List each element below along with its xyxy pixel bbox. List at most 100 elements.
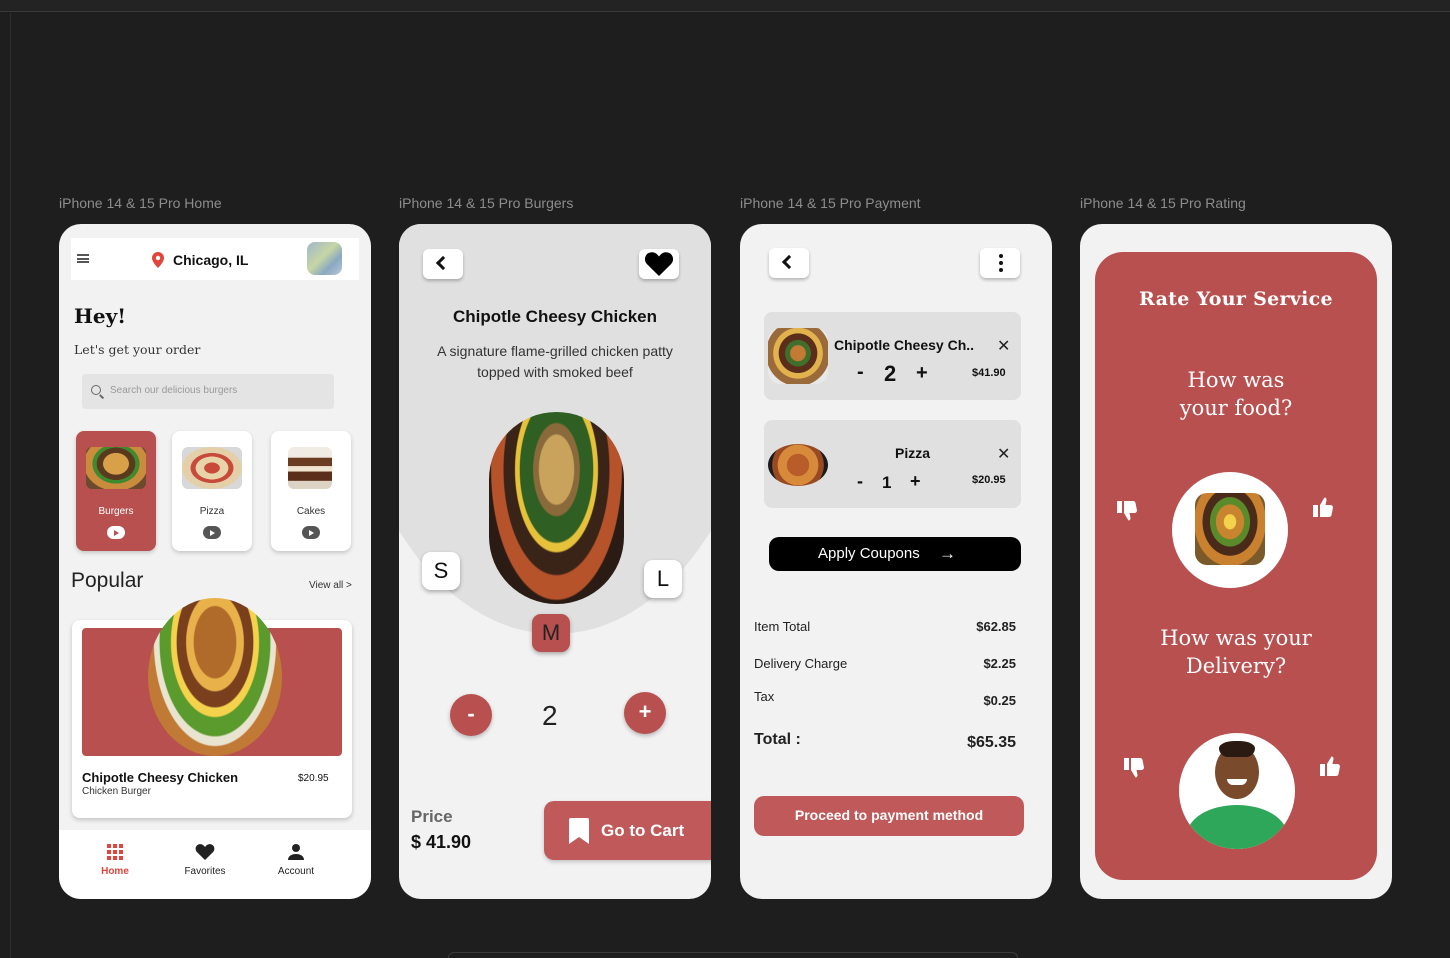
chevron-right-icon[interactable]: [302, 526, 320, 539]
more-options-button[interactable]: [980, 248, 1020, 278]
summary-value: $2.25: [983, 656, 1016, 671]
popular-item-price: $20.95: [298, 773, 329, 784]
rating-screen[interactable]: Rate Your Service How was your food? How…: [1080, 224, 1392, 899]
tab-label: Favorites: [184, 866, 226, 877]
category-burgers[interactable]: Burgers: [76, 431, 156, 551]
size-s-button[interactable]: S: [422, 552, 460, 590]
remove-item-button[interactable]: ✕: [997, 336, 1010, 356]
cart-item[interactable]: Chipotle Cheesy Ch.. ✕ - 2 + $41.90: [764, 312, 1021, 400]
left-rail-divider: [10, 13, 11, 958]
category-label: Pizza: [199, 506, 225, 517]
category-pizza[interactable]: Pizza: [172, 431, 252, 551]
payment-screen[interactable]: Chipotle Cheesy Ch.. ✕ - 2 + $41.90 Pizz…: [740, 224, 1052, 899]
size-l-button[interactable]: L: [644, 560, 682, 598]
thumbs-down-icon[interactable]: [1122, 756, 1146, 780]
summary-row-total: Total : $65.35: [754, 731, 1016, 751]
decrease-quantity-button[interactable]: -: [450, 694, 492, 736]
price-label: Price: [411, 807, 453, 826]
back-button[interactable]: [423, 249, 463, 279]
summary-label: Tax: [754, 689, 775, 704]
summary-row-item-total: Item Total $62.85: [754, 619, 1016, 634]
frame-label-rating[interactable]: iPhone 14 & 15 Pro Rating: [1080, 195, 1246, 211]
arrow-right-icon: →: [939, 544, 956, 563]
burgers-screen[interactable]: Chipotle Cheesy Chicken A signature flam…: [399, 224, 711, 899]
food-question: How was your food?: [1179, 368, 1293, 420]
back-button[interactable]: [769, 248, 809, 278]
decrease-quantity-button[interactable]: -: [857, 471, 863, 492]
heart-icon: [644, 252, 674, 276]
tab-label: Home: [101, 866, 129, 877]
map-thumbnail[interactable]: [307, 242, 342, 275]
bookmark-icon: [569, 818, 589, 844]
cake-image: [288, 447, 332, 489]
tab-account[interactable]: Account: [261, 844, 331, 877]
summary-value: $0.25: [983, 693, 1016, 708]
frame-label-home[interactable]: iPhone 14 & 15 Pro Home: [59, 195, 222, 211]
search-input[interactable]: Search our delicious burgers: [82, 374, 334, 409]
cart-item-quantity: 2: [884, 361, 897, 386]
view-all-link[interactable]: View all >: [309, 580, 352, 591]
home-screen[interactable]: Chicago, IL Hey! Let's get your order Se…: [59, 224, 371, 899]
proceed-to-payment-button[interactable]: Proceed to payment method: [754, 796, 1024, 836]
popular-item-name: Chipotle Cheesy Chicken: [82, 770, 239, 785]
frame-label-burgers[interactable]: iPhone 14 & 15 Pro Burgers: [399, 195, 573, 211]
cart-item-price: $41.90: [972, 367, 1006, 379]
chevron-right-icon[interactable]: [107, 526, 125, 539]
favorite-button[interactable]: [639, 249, 679, 279]
bottom-toolbar-edge: [448, 952, 1018, 958]
apply-coupons-button[interactable]: Apply Coupons →: [769, 537, 1021, 571]
product-description: A signature flame-grilled chicken patty …: [437, 343, 673, 380]
remove-item-button[interactable]: ✕: [997, 444, 1010, 464]
summary-label: Item Total: [754, 619, 811, 634]
cart-item-name: Chipotle Cheesy Ch..: [834, 337, 975, 353]
delivery-question: How was your Delivery?: [1160, 626, 1312, 678]
summary-value: $62.85: [976, 619, 1016, 634]
frame-label-payment[interactable]: iPhone 14 & 15 Pro Payment: [740, 195, 921, 211]
size-m-button[interactable]: M: [532, 614, 570, 652]
burger-image: [1195, 493, 1265, 565]
pizza-image: [182, 447, 242, 489]
greeting-title: Hey!: [74, 304, 127, 328]
rating-card: Rate Your Service How was your food? How…: [1095, 252, 1377, 880]
increase-quantity-button[interactable]: +: [916, 362, 928, 385]
tab-favorites[interactable]: Favorites: [170, 844, 240, 877]
go-to-cart-label: Go to Cart: [601, 821, 685, 840]
pizza-image: [768, 444, 828, 486]
popular-item-type: Chicken Burger: [82, 786, 151, 797]
burger-image: [489, 412, 624, 604]
burger-image: [148, 598, 282, 756]
more-vertical-icon: [999, 254, 1003, 258]
search-icon: [91, 385, 101, 395]
popular-title: Popular: [71, 569, 144, 592]
cart-item[interactable]: Pizza ✕ - 1 + $20.95: [764, 420, 1021, 508]
thumbs-down-icon[interactable]: [1115, 499, 1139, 523]
thumbs-up-icon[interactable]: [1318, 754, 1342, 778]
increase-quantity-button[interactable]: +: [910, 471, 921, 492]
cart-item-name: Pizza: [895, 445, 931, 461]
summary-label: Delivery Charge: [754, 656, 848, 671]
total-label: Total :: [754, 731, 801, 748]
go-to-cart-button[interactable]: Go to Cart: [544, 801, 711, 860]
location-label[interactable]: Chicago, IL: [173, 252, 248, 268]
menu-icon[interactable]: [77, 254, 89, 263]
person-smile: [1227, 779, 1247, 785]
apply-coupons-label: Apply Coupons: [818, 545, 920, 562]
category-label: Cakes: [296, 506, 326, 517]
decrease-quantity-button[interactable]: -: [857, 361, 864, 384]
chevron-left-icon: [435, 255, 451, 271]
burger-image: [768, 328, 828, 384]
burger-image: [86, 447, 146, 489]
total-value: $65.35: [967, 734, 1016, 751]
price-value: $ 41.90: [411, 832, 472, 852]
food-rating-circle: [1172, 472, 1288, 588]
category-cakes[interactable]: Cakes: [271, 431, 351, 551]
chevron-right-icon[interactable]: [203, 526, 221, 539]
thumbs-up-icon[interactable]: [1311, 495, 1335, 519]
summary-row-tax: Tax $0.25: [754, 689, 1016, 708]
popular-item-card[interactable]: Chipotle Cheesy Chicken Chicken Burger $…: [72, 598, 352, 818]
delivery-person-avatar: [1179, 733, 1295, 849]
tab-home[interactable]: Home: [80, 844, 150, 877]
summary-row-delivery: Delivery Charge $2.25: [754, 656, 1016, 671]
increase-quantity-button[interactable]: +: [624, 692, 666, 734]
heart-icon: [195, 844, 215, 860]
